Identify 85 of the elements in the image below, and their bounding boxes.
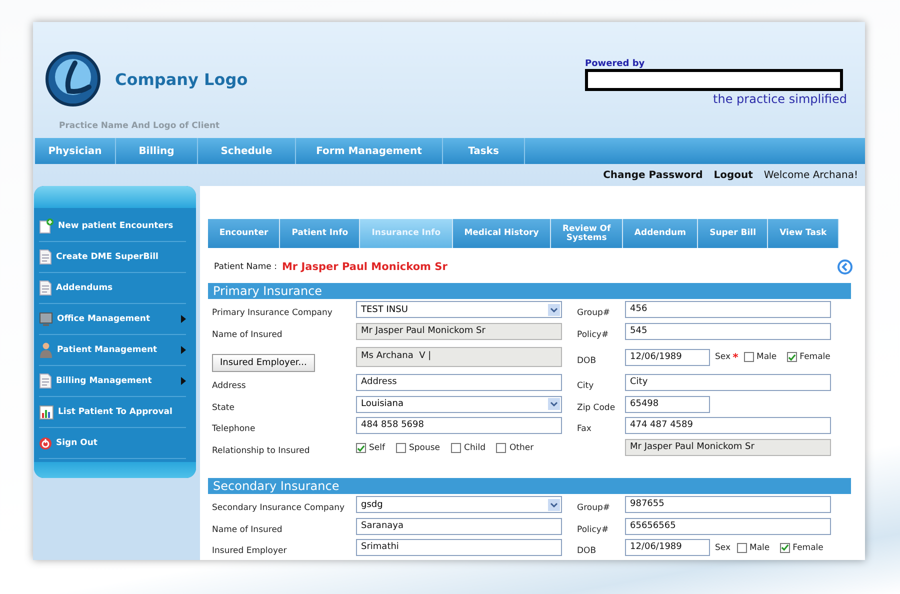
checkbox[interactable] xyxy=(736,542,747,553)
field-label: Policy# xyxy=(577,330,609,340)
document-icon xyxy=(39,373,52,389)
field-label: DOB xyxy=(577,356,596,366)
field-label: Group# xyxy=(577,308,610,318)
checkbox[interactable] xyxy=(496,442,506,453)
company-logo-text: Company Logo xyxy=(115,70,248,88)
input-field[interactable]: 456 xyxy=(625,301,831,318)
input-field[interactable]: 484 858 5698 xyxy=(356,417,562,434)
patient-name-label: Patient Name : xyxy=(214,262,277,272)
field-label: Primary Insurance Company xyxy=(212,308,332,318)
checkbox[interactable] xyxy=(396,442,406,453)
sidebar-item[interactable]: Patient Management xyxy=(39,335,186,366)
input-field[interactable]: 474 487 4589 xyxy=(625,417,831,434)
checkbox[interactable] xyxy=(356,443,366,454)
field-label: Policy# xyxy=(577,524,609,535)
input-field[interactable]: 545 xyxy=(625,322,831,340)
field-label: Name of Insured xyxy=(212,524,282,535)
checkbox-label: Male xyxy=(756,352,777,362)
dropdown[interactable]: Louisiana xyxy=(356,396,562,413)
chart-icon xyxy=(39,404,54,420)
insured-employer-button[interactable]: Insured Employer... xyxy=(212,354,315,372)
sidebar-item[interactable]: Create DME SuperBill xyxy=(39,242,186,273)
section-header: Secondary Insurance xyxy=(208,478,851,494)
field-label: Sex xyxy=(715,352,731,362)
field-label: Name of Insured xyxy=(212,330,282,340)
sidebar-item[interactable]: List Patient To Approval xyxy=(39,397,186,428)
company-logo-icon xyxy=(45,51,101,107)
back-icon[interactable] xyxy=(837,259,853,275)
input-field[interactable]: 12/06/1989 xyxy=(625,539,710,556)
input-field[interactable]: Mr Jasper Paul Monickom Sr xyxy=(356,322,562,340)
sidebar-item[interactable]: Sign Out xyxy=(39,428,186,459)
person-icon xyxy=(39,342,53,358)
checkbox-label: Other xyxy=(509,442,534,453)
add-document-icon xyxy=(39,218,54,234)
document-icon xyxy=(39,280,52,296)
field-label: Address xyxy=(212,381,246,392)
sidebar-item[interactable]: New patient Encounters xyxy=(39,211,186,242)
practice-subtitle: Practice Name And Logo of Client xyxy=(58,120,221,130)
checkbox-label: Male xyxy=(750,542,770,553)
checkbox-label: Spouse xyxy=(408,442,440,453)
field-label: Sex xyxy=(715,542,731,553)
section-header: Primary Insurance xyxy=(208,283,851,299)
input-field[interactable]: Saranaya xyxy=(356,518,562,535)
checkbox-label: Child xyxy=(464,442,486,453)
checkbox-label: Self xyxy=(369,443,385,454)
input-field[interactable]: Ms Archana V | xyxy=(356,347,562,367)
document-icon xyxy=(39,249,52,265)
input-field[interactable]: 12/06/1989 xyxy=(625,348,710,366)
checkbox-label: Female xyxy=(800,352,830,362)
checkbox-label: Female xyxy=(792,542,824,553)
user-link[interactable]: Change Password xyxy=(603,170,703,180)
powered-by-label: Powered by xyxy=(585,59,645,69)
field-label: Group# xyxy=(577,503,610,514)
input-field[interactable]: 65498 xyxy=(625,396,710,413)
input-field[interactable]: City xyxy=(625,374,831,392)
welcome-text: Welcome Archana! xyxy=(764,170,858,180)
dropdown[interactable]: TEST INSU xyxy=(356,301,562,318)
field-label: City xyxy=(577,381,594,392)
input-field[interactable]: Address xyxy=(356,374,562,392)
field-label: Fax xyxy=(577,424,592,434)
patient-name: Mr Jasper Paul Monickom Sr xyxy=(282,261,448,273)
dropdown[interactable]: gsdg xyxy=(356,496,562,514)
checkbox[interactable] xyxy=(744,352,754,362)
input-field[interactable]: 987655 xyxy=(625,496,831,514)
sidebar-item[interactable]: Billing Management xyxy=(39,366,186,397)
sidebar-item[interactable]: Office Management xyxy=(39,304,186,335)
power-icon xyxy=(39,436,52,450)
field-label: DOB xyxy=(577,546,596,556)
sidebar-item[interactable]: Addendums xyxy=(39,273,186,304)
checkbox[interactable] xyxy=(780,542,790,553)
field-label: Telephone xyxy=(212,424,256,434)
field-label: Insured Employer xyxy=(212,546,287,556)
field-label: State xyxy=(212,402,234,413)
field-label: Secondary Insurance Company xyxy=(212,503,345,514)
checkbox[interactable] xyxy=(451,442,462,453)
input-field[interactable]: Mr Jasper Paul Monickom Sr xyxy=(625,438,831,456)
checkbox[interactable] xyxy=(786,352,797,362)
input-field[interactable]: 65656565 xyxy=(625,518,831,535)
product-tagline: the practice simplified xyxy=(713,92,847,106)
field-label: Relationship to Insured xyxy=(212,446,310,456)
user-link[interactable]: Logout xyxy=(714,170,753,180)
monitor-icon xyxy=(39,312,53,326)
field-label: Zip Code xyxy=(577,402,616,413)
input-field[interactable]: Srimathi xyxy=(356,539,562,556)
